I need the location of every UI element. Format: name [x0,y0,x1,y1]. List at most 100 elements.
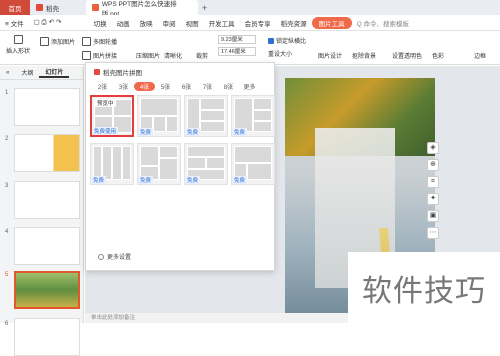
menu-daoke-resources[interactable]: 稻壳资源 [276,18,312,28]
tab-slides[interactable]: 幻灯片 [39,67,70,78]
menu-picture-tools[interactable]: 图片工具 [311,16,352,29]
compress-button[interactable]: 压缩图片 [136,51,160,60]
menu-devtools[interactable]: 开发工具 [204,18,240,28]
layout-cell [234,146,272,163]
new-tab-button[interactable]: + [198,3,211,13]
layout-cell [93,146,102,180]
layout-cell [159,158,178,180]
color-button[interactable]: 色彩 [432,51,444,60]
layout-option[interactable]: 免费 [184,143,228,185]
layout-cell [253,121,272,132]
lock-ratio-checkbox[interactable]: 锁定纵横比 [268,36,306,45]
clarity-button[interactable]: 清晰化 [164,51,182,60]
tab-3[interactable]: 3张 [113,82,134,91]
layout-option[interactable]: 免费 [137,143,181,185]
free-badge: 免费 [138,128,154,136]
more-settings-button[interactable]: 更多设置 [98,252,131,261]
layout-cell [247,163,272,180]
zoom-icon[interactable]: ⊕ [427,159,439,171]
layout-cell [113,99,132,116]
menu-animation[interactable]: 动画 [112,18,135,28]
layout-option[interactable]: 免费 [231,95,275,137]
add-image-label: 添加图片 [51,40,76,46]
insert-shape-button[interactable]: 插入形状 [6,35,30,55]
image-design-label: 图片设计 [318,54,343,60]
tab-home[interactable]: 首页 [0,0,30,15]
crop-button[interactable]: 裁剪 [196,51,208,60]
quick-access-icons[interactable]: ▢ ⎙ ↶ ↷ [29,18,89,27]
remove-bg-button[interactable]: 抠除背景 [352,51,376,60]
layout-option[interactable]: 免费 [90,143,134,185]
more-icon[interactable]: ⋯ [427,227,439,239]
layout-option[interactable]: 预览中 免费使用 [90,95,134,137]
tab-8[interactable]: 8张 [218,82,239,91]
transparency-button[interactable]: 设置透明色 [392,51,422,60]
slide-thumbnail[interactable] [14,134,80,172]
slide-thumbnail[interactable] [14,227,80,265]
height-input[interactable]: 17.46厘米 [218,47,256,56]
border-button[interactable]: 边框 [474,51,486,60]
width-field[interactable]: 9.23厘米 [218,35,256,44]
title-bar: 首页 稻壳 WPS PPT图片怎么快速排版.ppt + [0,0,500,18]
color-label: 色彩 [432,54,445,60]
image-icon[interactable]: ▣ [427,210,439,222]
layer-icon[interactable]: ◈ [427,142,439,154]
panel-collapse-icon[interactable]: « [0,70,15,76]
tab-5[interactable]: 5张 [155,82,176,91]
tab-more[interactable]: 更多 [239,82,260,91]
lock-ratio-label: 锁定纵横比 [276,39,307,45]
daoke-logo-icon [36,4,43,11]
command-search[interactable]: Q 命令、搜索模板 [352,18,414,28]
free-badge: 免费 [138,176,154,184]
slide-number: 1 [5,90,9,96]
layout-cell [140,98,178,116]
tab-4[interactable]: 4张 [134,82,155,91]
remove-bg-label: 抠除背景 [352,54,377,60]
collage-popup: 稻壳图片拼图 2张 3张 4张 5张 6张 7张 8张 更多 预览中 免费使用 … [85,62,275,271]
tab-outline[interactable]: 大纲 [15,68,39,77]
tab-document[interactable]: WPS PPT图片怎么快速排版.ppt [86,0,198,18]
layout-cell [112,146,122,180]
layout-cell [153,116,166,132]
tab-6[interactable]: 6张 [176,82,197,91]
tab-7[interactable]: 7张 [197,82,218,91]
image-design-button[interactable]: 图片设计 [318,51,342,60]
width-input[interactable]: 9.23厘米 [218,35,256,44]
reset-size-label: 重设大小 [268,52,293,58]
add-image-button[interactable]: 添加图片 [40,37,75,46]
layout-option[interactable]: 免费 [231,143,275,185]
notes-bar[interactable]: 单击此处添加备注 [85,313,350,323]
image-layout-button[interactable]: 图片拼接 [82,51,117,60]
reset-size-button[interactable]: 重设大小 [268,49,292,58]
slide-thumbnail[interactable] [14,88,80,126]
layout-cell [166,116,178,132]
layout-cell [187,157,206,169]
layout-option[interactable]: 免费 [137,95,181,137]
menu-file[interactable]: ≡ 文件 [0,18,29,28]
height-field[interactable]: 17.46厘米 [218,47,256,56]
layout-cell [102,146,112,180]
layout-cell [234,98,253,132]
free-badge: 免费 [91,176,107,184]
shape-icon [13,35,23,44]
menu-review[interactable]: 审阅 [158,18,181,28]
free-badge: 免费 [232,176,248,184]
slide-thumbnail[interactable] [14,318,80,356]
multi-image-button[interactable]: 多图轮播 [82,37,117,46]
layout-cell [200,110,225,121]
menu-member[interactable]: 会员专享 [240,18,276,28]
menu-view[interactable]: 视图 [181,18,204,28]
idea-icon[interactable]: ✦ [427,193,439,205]
menu-switch[interactable]: 切换 [89,18,112,28]
insert-shape-label: 插入形状 [6,49,31,55]
slide-thumbnail[interactable] [14,181,80,219]
tab-2[interactable]: 2张 [92,82,113,91]
watermark: 软件技巧 [348,252,500,323]
slide-thumbnail-selected[interactable] [14,271,80,309]
free-badge: 免费 [185,128,201,136]
slide-number: 3 [5,183,9,189]
layout-option[interactable]: 免费 [184,95,228,137]
menu-slideshow[interactable]: 放映 [135,18,158,28]
crop-icon[interactable]: ⌗ [427,176,439,188]
tab-daoke[interactable]: 稻壳 [30,0,86,15]
